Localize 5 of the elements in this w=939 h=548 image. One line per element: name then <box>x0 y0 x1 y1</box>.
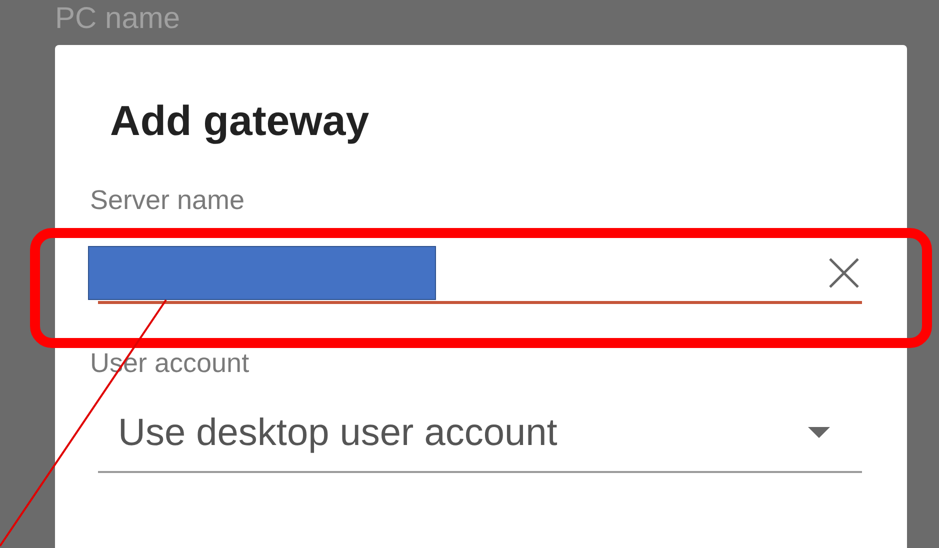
caret-icon <box>808 427 830 439</box>
clear-icon[interactable] <box>828 256 860 288</box>
dialog-title: Add gateway <box>109 96 370 142</box>
dropdown[interactable]: Use desktop user account <box>98 395 862 473</box>
field-label: Server name <box>89 187 246 214</box>
